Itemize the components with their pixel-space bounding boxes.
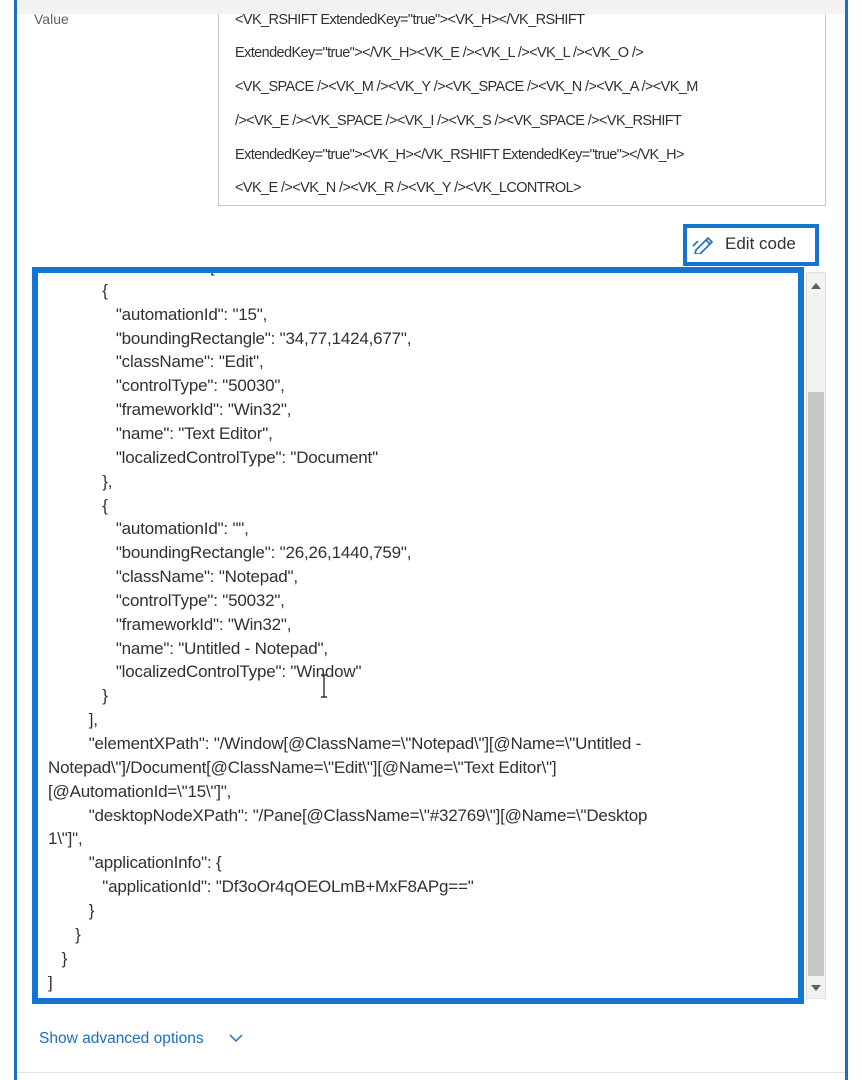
show-advanced-options-link[interactable]: Show advanced options (39, 1030, 204, 1048)
chevron-down-icon[interactable] (228, 1032, 244, 1044)
pencil-icon (692, 236, 714, 254)
value-line: <VK_E /><VK_N /><VK_R /><VK_Y /><VK_LCON… (235, 180, 582, 196)
scroll-up-arrow-icon[interactable] (811, 283, 821, 289)
value-line: ExtendedKey="true"><VK_H></VK_RSHIFT Ext… (235, 147, 684, 163)
value-label: Value (34, 11, 69, 27)
panel-right-border (845, 0, 848, 1080)
value-line: <VK_SPACE /><VK_M /><VK_Y /><VK_SPACE />… (235, 79, 698, 95)
divider (17, 1072, 845, 1073)
edit-code-label: Edit code (725, 234, 796, 253)
value-textbox[interactable] (218, 14, 826, 206)
edit-code-button[interactable]: Edit code (683, 224, 819, 266)
value-line: <VK_RSHIFT ExtendedKey="true"><VK_H></VK… (235, 12, 585, 28)
value-line: /><VK_E /><VK_SPACE /><VK_I /><VK_S /><V… (235, 113, 682, 129)
scrollbar-thumb[interactable] (808, 392, 824, 976)
value-line: ExtendedKey="true"></VK_H><VK_E /><VK_L … (235, 45, 644, 61)
code-editor-highlight (32, 267, 804, 1004)
panel-left-border (14, 0, 17, 1080)
scroll-down-arrow-icon[interactable] (811, 985, 821, 991)
text-cursor-icon (321, 674, 327, 698)
